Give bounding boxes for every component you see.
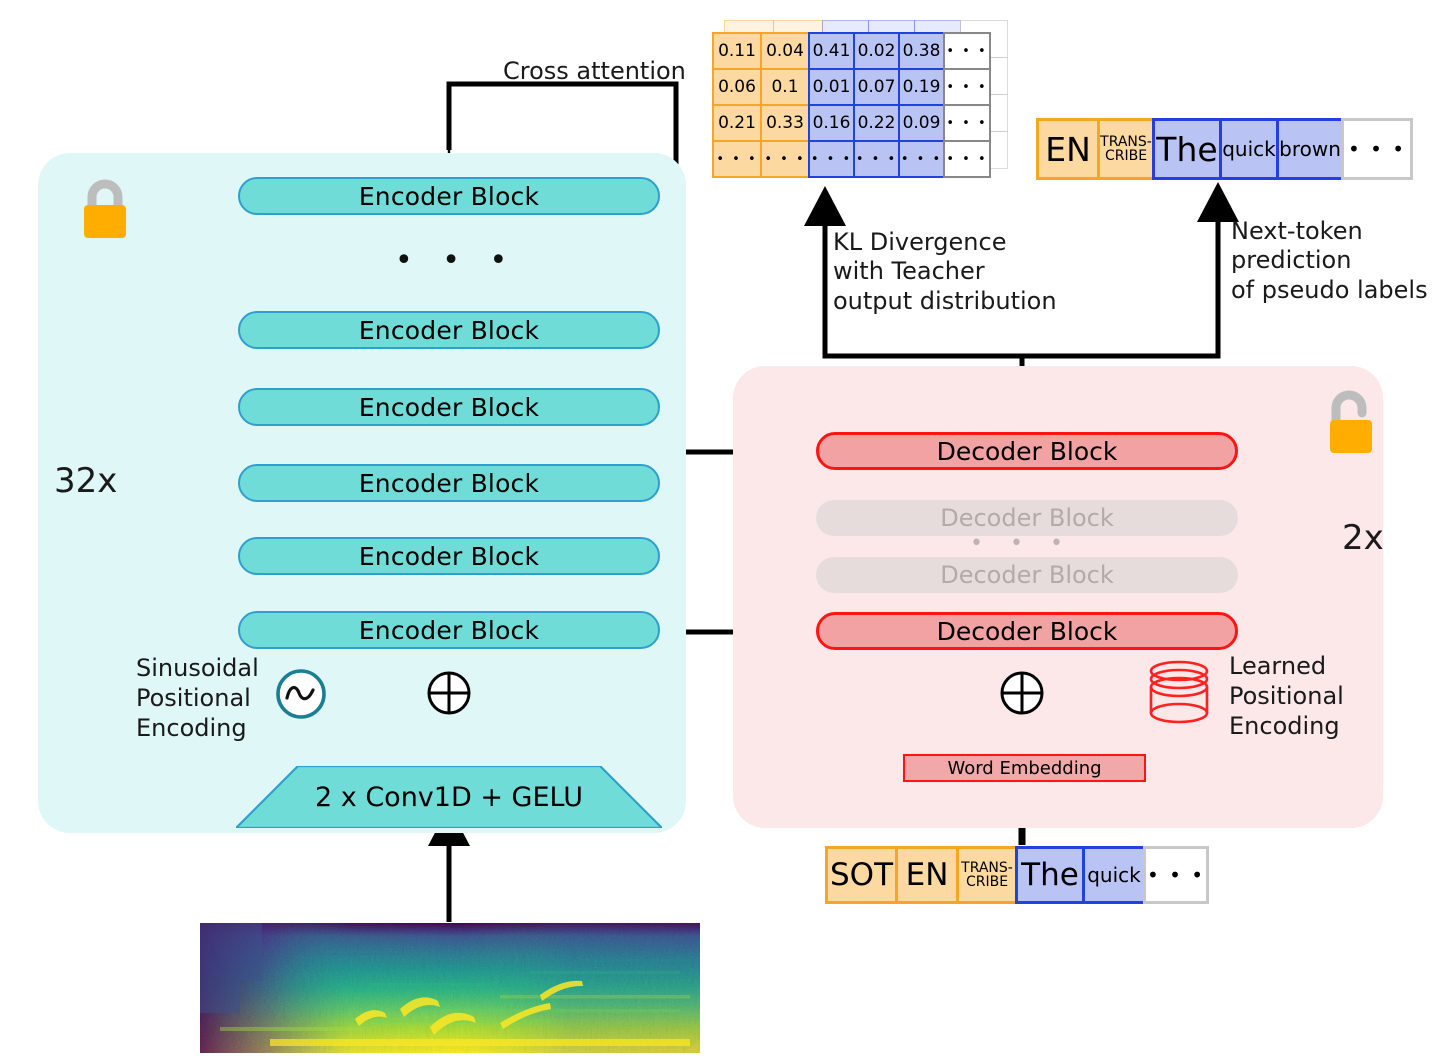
matrix-cell: • • • — [943, 32, 991, 70]
matrix-front-layer: 0.11 0.04 0.41 0.02 0.38 • • • 0.06 0.1 … — [712, 32, 991, 178]
encoder-block-2[interactable]: Encoder Block — [238, 537, 660, 575]
decoder-block-label: Decoder Block — [816, 557, 1238, 593]
matrix-cell: • • • — [712, 140, 762, 178]
token-label: TRANS- CRIBE — [1100, 133, 1152, 164]
matrix-cell: 0.22 — [853, 104, 900, 142]
token-ellipsis: • • • — [1341, 118, 1413, 180]
encoder-block-5[interactable]: Encoder Block — [238, 311, 660, 349]
token-brown[interactable]: brown — [1276, 118, 1344, 180]
matrix-cell: 0.09 — [898, 104, 945, 142]
encoder-block-4[interactable]: Encoder Block — [238, 388, 660, 426]
encoder-block-label: Encoder Block — [238, 464, 660, 502]
matrix-cell: • • • — [853, 140, 900, 178]
cross-attention-label: Cross attention — [503, 57, 686, 85]
word-embedding-block[interactable]: Word Embedding — [903, 754, 1146, 782]
matrix-cell: 0.21 — [712, 104, 762, 142]
matrix-cell: • • • — [898, 140, 945, 178]
token-the[interactable]: The — [1152, 118, 1222, 180]
encoder-block-6[interactable]: Encoder Block — [238, 177, 660, 215]
conv1d-gelu-block[interactable]: 2 x Conv1D + GELU — [236, 766, 662, 828]
matrix-cell: 0.07 — [853, 68, 900, 106]
matrix-cell: • • • — [760, 140, 810, 178]
matrix-cell: 0.11 — [712, 32, 762, 70]
matrix-row: 0.21 0.33 0.16 0.22 0.09 • • • — [712, 104, 991, 142]
encoder-block-label: Encoder Block — [238, 537, 660, 575]
token-transcribe[interactable]: TRANS- CRIBE — [956, 846, 1018, 904]
token-transcribe[interactable]: TRANS- CRIBE — [1097, 118, 1155, 180]
decoder-block-label: Decoder Block — [816, 432, 1238, 470]
matrix-cell: 0.02 — [853, 32, 900, 70]
next-token-prediction-label: Next-token prediction of pseudo labels — [1231, 217, 1428, 304]
decoder-block-label: Decoder Block — [816, 612, 1238, 650]
token-sot[interactable]: SOT — [825, 846, 898, 904]
encoder-block-label: Encoder Block — [238, 388, 660, 426]
encoder-repeat-label: 32x — [54, 461, 118, 501]
token-en[interactable]: EN — [1036, 118, 1100, 180]
matrix-cell: 0.04 — [760, 32, 810, 70]
decoder-repeat-label: 2x — [1342, 518, 1384, 558]
database-cylinder-icon — [1142, 656, 1216, 732]
diagram-canvas: Encoder Block • • • Encoder Block Encode… — [0, 0, 1456, 1059]
matrix-cell: 0.1 — [760, 68, 810, 106]
matrix-cell: 0.41 — [808, 32, 855, 70]
matrix-cell: 0.06 — [712, 68, 762, 106]
decoder-block-bottom[interactable]: Decoder Block — [816, 612, 1238, 650]
matrix-cell: 0.33 — [760, 104, 810, 142]
matrix-cell: 0.16 — [808, 104, 855, 142]
matrix-row: 0.11 0.04 0.41 0.02 0.38 • • • — [712, 32, 991, 70]
matrix-cell: • • • — [808, 140, 855, 178]
output-token-sequence: EN TRANS- CRIBE The quick brown • • • — [1036, 118, 1413, 180]
encoder-ellipsis: • • • — [395, 243, 518, 278]
token-quick[interactable]: quick — [1082, 846, 1146, 904]
input-token-sequence: SOT EN TRANS- CRIBE The quick • • • — [825, 846, 1209, 904]
word-embedding-label: Word Embedding — [947, 757, 1102, 779]
token-quick[interactable]: quick — [1219, 118, 1279, 180]
encoder-block-3[interactable]: Encoder Block — [238, 464, 660, 502]
decoder-block-faded-2: Decoder Block — [816, 557, 1238, 593]
matrix-row: • • • • • • • • • • • • • • • • • • — [712, 140, 991, 178]
matrix-cell: • • • — [943, 104, 991, 142]
matrix-cell: 0.01 — [808, 68, 855, 106]
token-label: TRANS- CRIBE — [961, 859, 1013, 890]
encoder-block-label: Encoder Block — [238, 611, 660, 649]
sinusoidal-positional-encoding-label: Sinusoidal Positional Encoding — [136, 654, 259, 742]
decoder-add-icon — [999, 670, 1045, 716]
decoder-ellipsis: • • • — [970, 531, 1073, 556]
mel-spectrogram — [200, 923, 700, 1053]
matrix-row: 0.06 0.1 0.01 0.07 0.19 • • • — [712, 68, 991, 106]
matrix-cell: • • • — [943, 140, 991, 178]
kl-divergence-label: KL Divergence with Teacher output distri… — [833, 228, 1057, 315]
learned-positional-encoding-label: Learned Positional Encoding — [1229, 652, 1344, 740]
encoder-block-label: Encoder Block — [238, 177, 660, 215]
encoder-add-icon — [426, 670, 472, 716]
matrix-cell: 0.19 — [898, 68, 945, 106]
matrix-cell: 0.38 — [898, 32, 945, 70]
encoder-block-1[interactable]: Encoder Block — [238, 611, 660, 649]
conv1d-gelu-label: 2 x Conv1D + GELU — [315, 781, 583, 813]
unlocked-padlock-icon — [1322, 387, 1380, 457]
decoder-block-top[interactable]: Decoder Block — [816, 432, 1238, 470]
locked-padlock-icon — [76, 177, 134, 241]
matrix-cell: • • • — [943, 68, 991, 106]
token-the[interactable]: The — [1015, 846, 1085, 904]
token-ellipsis: • • • — [1143, 846, 1209, 904]
token-en[interactable]: EN — [895, 846, 959, 904]
encoder-block-label: Encoder Block — [238, 311, 660, 349]
sine-wave-icon — [275, 668, 327, 720]
